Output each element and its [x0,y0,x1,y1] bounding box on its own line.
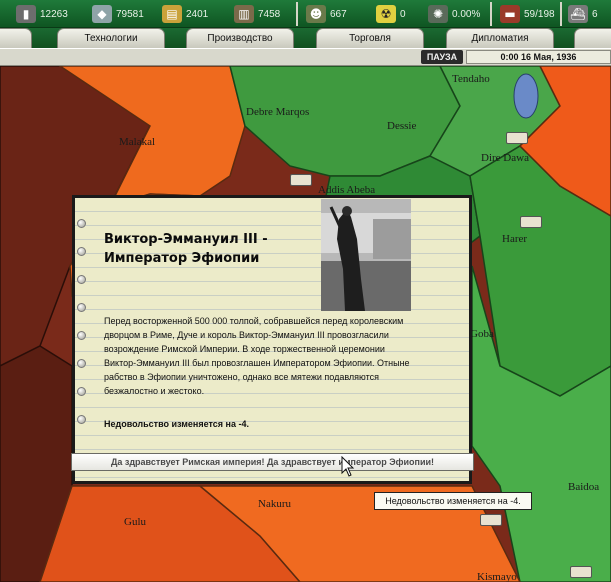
resource-separator [296,2,298,26]
event-title: Виктор-Эммануил III - Император Эфиопии [104,232,268,266]
place-label: Nakuru [258,498,291,510]
resource-dissent-value: 0.00% [452,8,481,20]
place-label: Kismayo [477,571,517,582]
event-description: Перед восторженной 500 000 толпой, собра… [104,316,410,396]
event-photo [321,199,411,311]
resource-rare-value: 2401 [186,8,209,20]
resource-bar: ▮ 12263 ◆ 79581 ▤ 2401 ▥ 7458 ☻ 667 ☢ 0 … [0,0,611,28]
resource-dissent[interactable]: ✺ 0.00% [428,0,480,28]
transport-icon: ▬ [500,5,520,23]
binder-ring-icon [77,219,86,228]
resource-nuclear-value: 0 [400,8,406,20]
resource-oil-value: 7458 [258,8,281,20]
army-counter[interactable] [290,174,312,186]
tab-diplomacy[interactable]: Дипломатия [446,28,554,48]
tab-production[interactable]: Производство [186,28,294,48]
pause-indicator[interactable]: ПАУЗА [421,50,463,64]
place-label: Tendaho [452,73,490,85]
resource-nuclear[interactable]: ☢ 0 [376,0,406,28]
binder-ring-icon [77,387,86,396]
tab-hidden-right[interactable] [574,28,611,48]
place-label: Gulu [124,516,146,528]
energy-icon: ▮ [16,5,36,23]
place-label: Goba [470,328,494,340]
binder-ring-icon [77,303,86,312]
game-date: 0:00 16 Мая, 1936 [466,50,611,64]
notebook-paper: Виктор-Эммануил III - Император Эфиопии … [75,198,469,481]
event-effect: Недовольство изменяется на -4. [104,419,249,429]
tab-trade[interactable]: Торговля [316,28,424,48]
main-tabs: Технологии Производство Торговля Диплома… [0,28,611,48]
army-counter[interactable] [480,514,502,526]
binder-ring-icon [77,415,86,424]
resource-energy[interactable]: ▮ 12263 [16,0,68,28]
event-accept-button[interactable]: Да здравствует Римская империя! Да здрав… [71,453,474,471]
status-bar: ПАУЗА 0:00 16 Мая, 1936 [0,48,611,66]
resource-metal-value: 79581 [116,8,144,20]
tab-hidden-left[interactable] [0,28,32,48]
place-label: Dire Dawa [481,152,529,164]
resource-energy-value: 12263 [40,8,68,20]
binder-ring-icon [77,331,86,340]
tab-technology[interactable]: Технологии [57,28,165,48]
resource-convoy[interactable]: ⛴ 6 [568,0,598,28]
place-label: Malakal [119,136,156,148]
effect-tooltip: Недовольство изменяется на -4. [374,492,532,510]
army-counter[interactable] [520,216,542,228]
mouse-cursor-icon [341,456,355,477]
resource-manpower-value: 667 [330,8,347,20]
binder-ring-icon [77,247,86,256]
dissent-icon: ✺ [428,5,448,23]
rare-materials-icon: ▤ [162,5,182,23]
oil-icon: ▥ [234,5,254,23]
resource-rare[interactable]: ▤ 2401 [162,0,208,28]
resource-transport[interactable]: ▬ 59/198 [500,0,555,28]
place-label: Baidoa [568,481,600,493]
resource-transport-value: 59/198 [524,8,555,20]
resource-metal[interactable]: ◆ 79581 [92,0,144,28]
place-label: Debre Marqos [246,106,310,118]
army-counter[interactable] [506,132,528,144]
convoy-icon: ⛴ [568,5,588,23]
manpower-icon: ☻ [306,5,326,23]
binder-ring-icon [77,275,86,284]
resource-separator [490,2,492,26]
event-dialog: Виктор-Эммануил III - Император Эфиопии … [72,195,472,484]
army-counter[interactable] [570,566,592,578]
metal-icon: ◆ [92,5,112,23]
nuclear-icon: ☢ [376,5,396,23]
resource-convoy-value: 6 [592,8,598,20]
binder-ring-icon [77,359,86,368]
place-label: Harer [502,233,528,245]
resource-manpower[interactable]: ☻ 667 [306,0,347,28]
resource-separator [560,2,562,26]
resource-oil[interactable]: ▥ 7458 [234,0,280,28]
place-label: Dessie [387,120,417,132]
